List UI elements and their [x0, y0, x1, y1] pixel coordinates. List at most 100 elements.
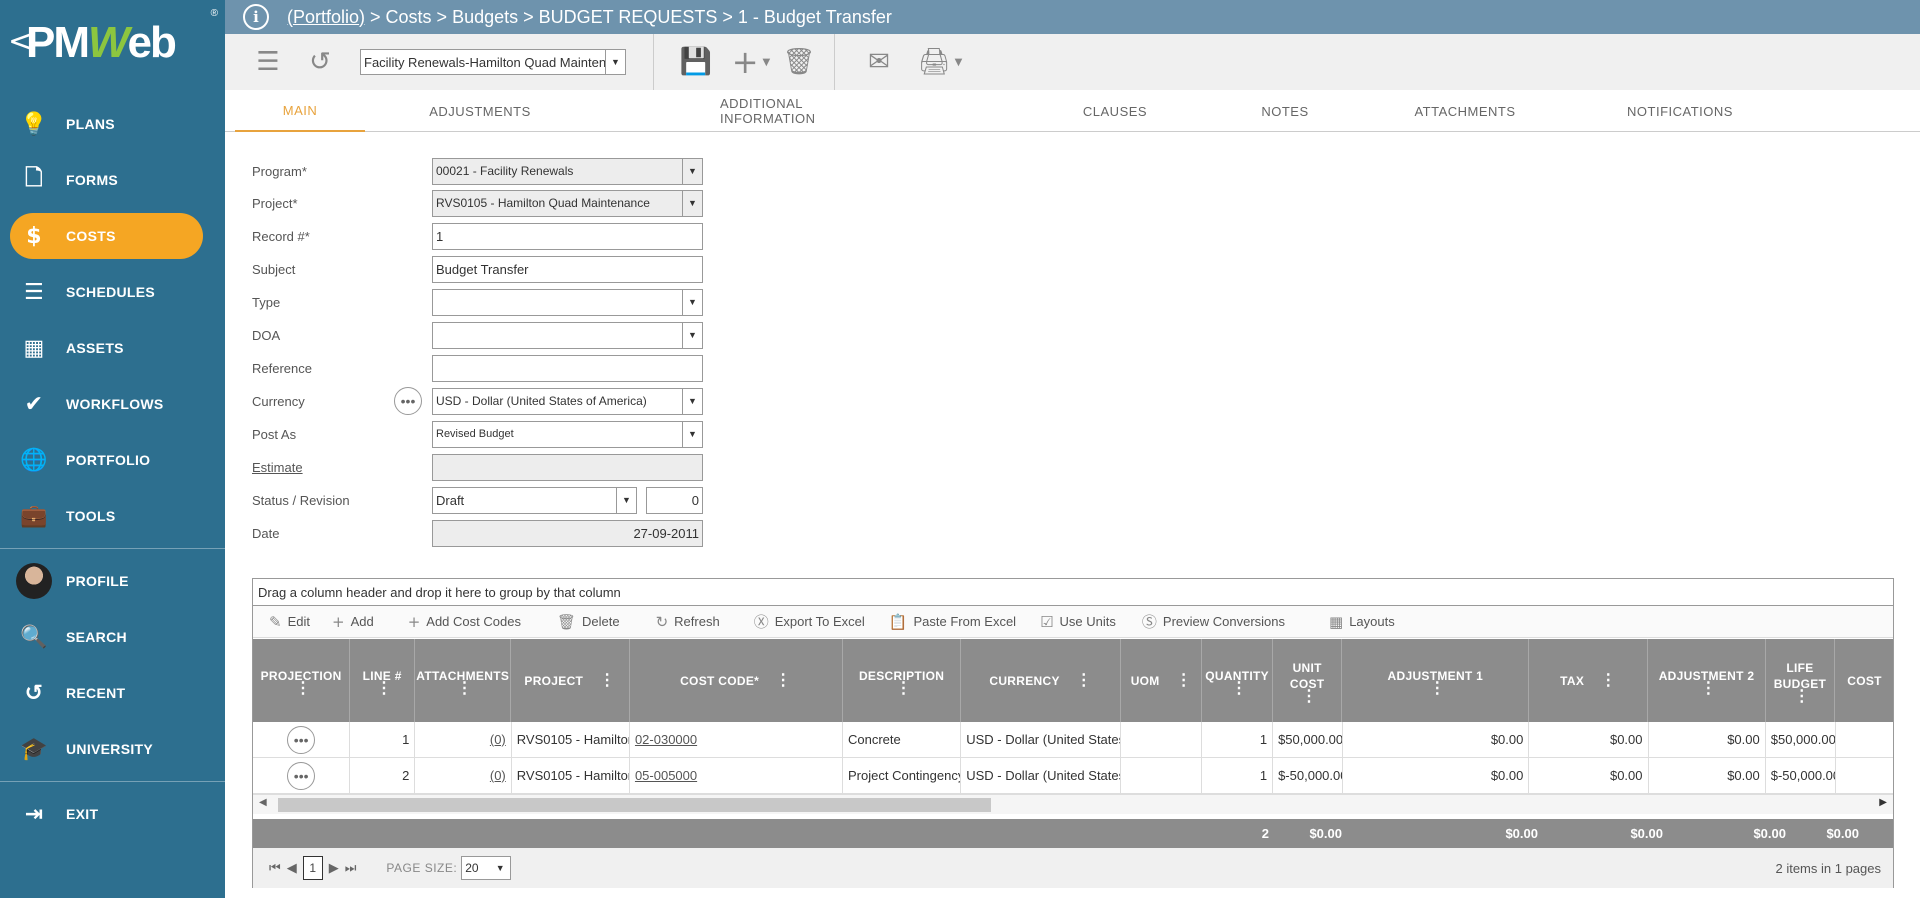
doa-select[interactable]: ▼ [432, 321, 703, 349]
delete-icon[interactable]: 🗑 [783, 42, 816, 82]
tab-notes[interactable]: NOTES [1255, 90, 1315, 132]
col-line[interactable]: LINE # ⋮ [350, 639, 416, 722]
column-menu-icon[interactable]: ⋮ [1231, 680, 1247, 696]
info-icon[interactable]: i [243, 4, 269, 30]
scrollbar-thumb[interactable] [278, 798, 991, 812]
nav-item-workflows[interactable]: ✔ WORKFLOWS [0, 376, 225, 432]
type-select[interactable]: ▼ [432, 288, 703, 316]
prev-page-icon[interactable]: ◀ [287, 861, 297, 876]
column-menu-icon[interactable]: ⋮ [1600, 672, 1616, 688]
table-row[interactable]: ••• 1 (0) RVS0105 - Hamilton Quad Mainte… [253, 722, 1893, 758]
preview-conversions-button[interactable]: Ⓢ Preview Conversions [1142, 611, 1285, 632]
subject-input[interactable]: Budget Transfer [432, 255, 703, 283]
column-menu-icon[interactable]: ⋮ [457, 680, 473, 696]
chevron-down-icon[interactable]: ▼ [682, 158, 702, 184]
scroll-right-icon[interactable]: ▶ [1879, 797, 1887, 808]
col-attachments[interactable]: ATTACHMENTS ⋮ [415, 639, 512, 722]
nav-item-assets[interactable]: ▦ ASSETS [0, 320, 225, 376]
nav-item-schedules[interactable]: ☰ SCHEDULES [0, 264, 225, 320]
column-menu-icon[interactable]: ⋮ [1429, 680, 1445, 696]
chevron-down-icon[interactable]: ▼ [490, 857, 510, 879]
nav-item-portfolio[interactable]: 🌐 PORTFOLIO [0, 432, 225, 488]
nav-item-forms[interactable]: 🗋 FORMS [0, 152, 225, 208]
column-menu-icon[interactable]: ⋮ [1700, 680, 1716, 696]
project-select[interactable]: RVS0105 - Hamilton Quad Maintenance ▼ [432, 189, 703, 217]
col-uom[interactable]: UOM ⋮ [1121, 639, 1203, 722]
col-unit-cost[interactable]: UNIT COST ⋮ [1273, 639, 1343, 722]
nav-item-recent[interactable]: ↺ RECENT [0, 665, 225, 721]
cost-code-link[interactable]: 05-005000 [635, 768, 697, 783]
nav-item-search[interactable]: 🔍 SEARCH [0, 609, 225, 665]
column-menu-icon[interactable]: ⋮ [376, 680, 392, 696]
col-quantity[interactable]: QUANTITY ⋮ [1202, 639, 1273, 722]
col-tax[interactable]: TAX ⋮ [1529, 639, 1649, 722]
col-projection[interactable]: PROJECTION ⋮ [253, 639, 351, 722]
tab-attachments[interactable]: ATTACHMENTS [1405, 90, 1525, 132]
col-description[interactable]: DESCRIPTION ⋮ [843, 639, 962, 722]
col-adjustment-2[interactable]: ADJUSTMENT 2 ⋮ [1648, 639, 1766, 722]
record-select[interactable]: Facility Renewals-Hamilton Quad Maintena… [360, 49, 626, 75]
paste-excel-button[interactable]: 📋 Paste From Excel [889, 613, 1016, 631]
reference-input[interactable] [432, 354, 703, 382]
tab-additional-information[interactable]: ADDITIONAL INFORMATION [720, 90, 900, 132]
chevron-down-icon[interactable]: ▼ [682, 421, 702, 447]
currency-select[interactable]: USD - Dollar (United States of America) … [432, 387, 703, 415]
last-page-icon[interactable]: ⏭ [345, 861, 357, 876]
row-more-button[interactable]: ••• [287, 725, 316, 754]
currency-more-button[interactable]: ••• [394, 387, 422, 415]
record-number-input[interactable]: 1 [432, 222, 703, 250]
current-page[interactable]: 1 [302, 856, 323, 880]
row-more-button[interactable]: ••• [287, 761, 316, 790]
list-icon[interactable]: ☰ [253, 42, 283, 82]
chevron-down-icon[interactable]: ▼ [616, 487, 636, 513]
use-units-checkbox[interactable]: ☑ Use Units [1040, 613, 1116, 631]
add-cost-codes-button[interactable]: + Add Cost Codes [408, 613, 521, 631]
column-menu-icon[interactable]: ⋮ [775, 672, 791, 688]
group-drop-area[interactable]: Drag a column header and drop it here to… [253, 579, 1893, 606]
page-size-select[interactable]: 20 ▼ [461, 856, 512, 880]
revision-input[interactable]: 0 [646, 486, 703, 514]
export-excel-button[interactable]: Ⓧ Export To Excel [754, 611, 865, 632]
breadcrumb-portfolio-link[interactable]: (Portfolio) [287, 7, 365, 28]
scroll-left-icon[interactable]: ◀ [259, 797, 267, 808]
nav-item-exit[interactable]: ⇥ EXIT [0, 786, 225, 842]
program-select[interactable]: 00021 - Facility Renewals ▼ [432, 157, 703, 185]
column-menu-icon[interactable]: ⋮ [1301, 688, 1317, 704]
col-project[interactable]: PROJECT ⋮ [511, 639, 630, 722]
layouts-button[interactable]: ▦ Layouts [1329, 613, 1395, 631]
cost-code-link[interactable]: 02-030000 [635, 732, 697, 747]
attachments-link[interactable]: (0) [490, 732, 506, 747]
column-menu-icon[interactable]: ⋮ [599, 672, 615, 688]
column-menu-icon[interactable]: ⋮ [1176, 672, 1192, 688]
col-cost-code[interactable]: COST CODE* ⋮ [630, 639, 843, 722]
pmweb-logo[interactable]: < PMWeb ® [8, 8, 218, 68]
tab-notifications[interactable]: NOTIFICATIONS [1615, 90, 1745, 132]
print-icon[interactable]: 🖨 ▼ [915, 42, 965, 82]
chevron-down-icon[interactable]: ▼ [605, 50, 625, 74]
nav-item-profile[interactable]: PROFILE [0, 553, 225, 609]
column-menu-icon[interactable]: ⋮ [295, 680, 311, 696]
add-icon[interactable]: + ▼ [728, 42, 774, 82]
attachments-link[interactable]: (0) [490, 768, 506, 783]
nav-item-tools[interactable]: 💼 TOOLS [0, 488, 225, 544]
col-cost[interactable]: COST [1835, 639, 1893, 722]
first-page-icon[interactable]: ⏮ [269, 861, 281, 876]
history-icon[interactable]: ↺ [305, 42, 335, 82]
chevron-down-icon[interactable]: ▼ [682, 322, 702, 348]
column-menu-icon[interactable]: ⋮ [1076, 672, 1092, 688]
horizontal-scrollbar[interactable]: ◀ ▶ [253, 794, 1893, 814]
post-as-select[interactable]: Revised Budget ▼ [432, 420, 703, 448]
estimate-link[interactable]: Estimate [252, 460, 422, 475]
tab-clauses[interactable]: CLAUSES [1075, 90, 1155, 132]
email-icon[interactable]: ✉ [863, 42, 895, 82]
column-menu-icon[interactable]: ⋮ [895, 680, 911, 696]
table-row[interactable]: ••• 2 (0) RVS0105 - Hamilton Quad Mainte… [253, 758, 1893, 794]
nav-item-university[interactable]: 🎓 UNIVERSITY [0, 721, 225, 777]
chevron-down-icon[interactable]: ▼ [682, 388, 702, 414]
chevron-down-icon[interactable]: ▼ [682, 289, 702, 315]
tab-main[interactable]: MAIN [235, 90, 365, 132]
delete-button[interactable]: 🗑 Delete [557, 613, 620, 631]
nav-item-plans[interactable]: 💡 PLANS [0, 96, 225, 152]
col-adjustment-1[interactable]: ADJUSTMENT 1 ⋮ [1342, 639, 1530, 722]
nav-item-costs[interactable]: $ COSTS [10, 213, 203, 259]
